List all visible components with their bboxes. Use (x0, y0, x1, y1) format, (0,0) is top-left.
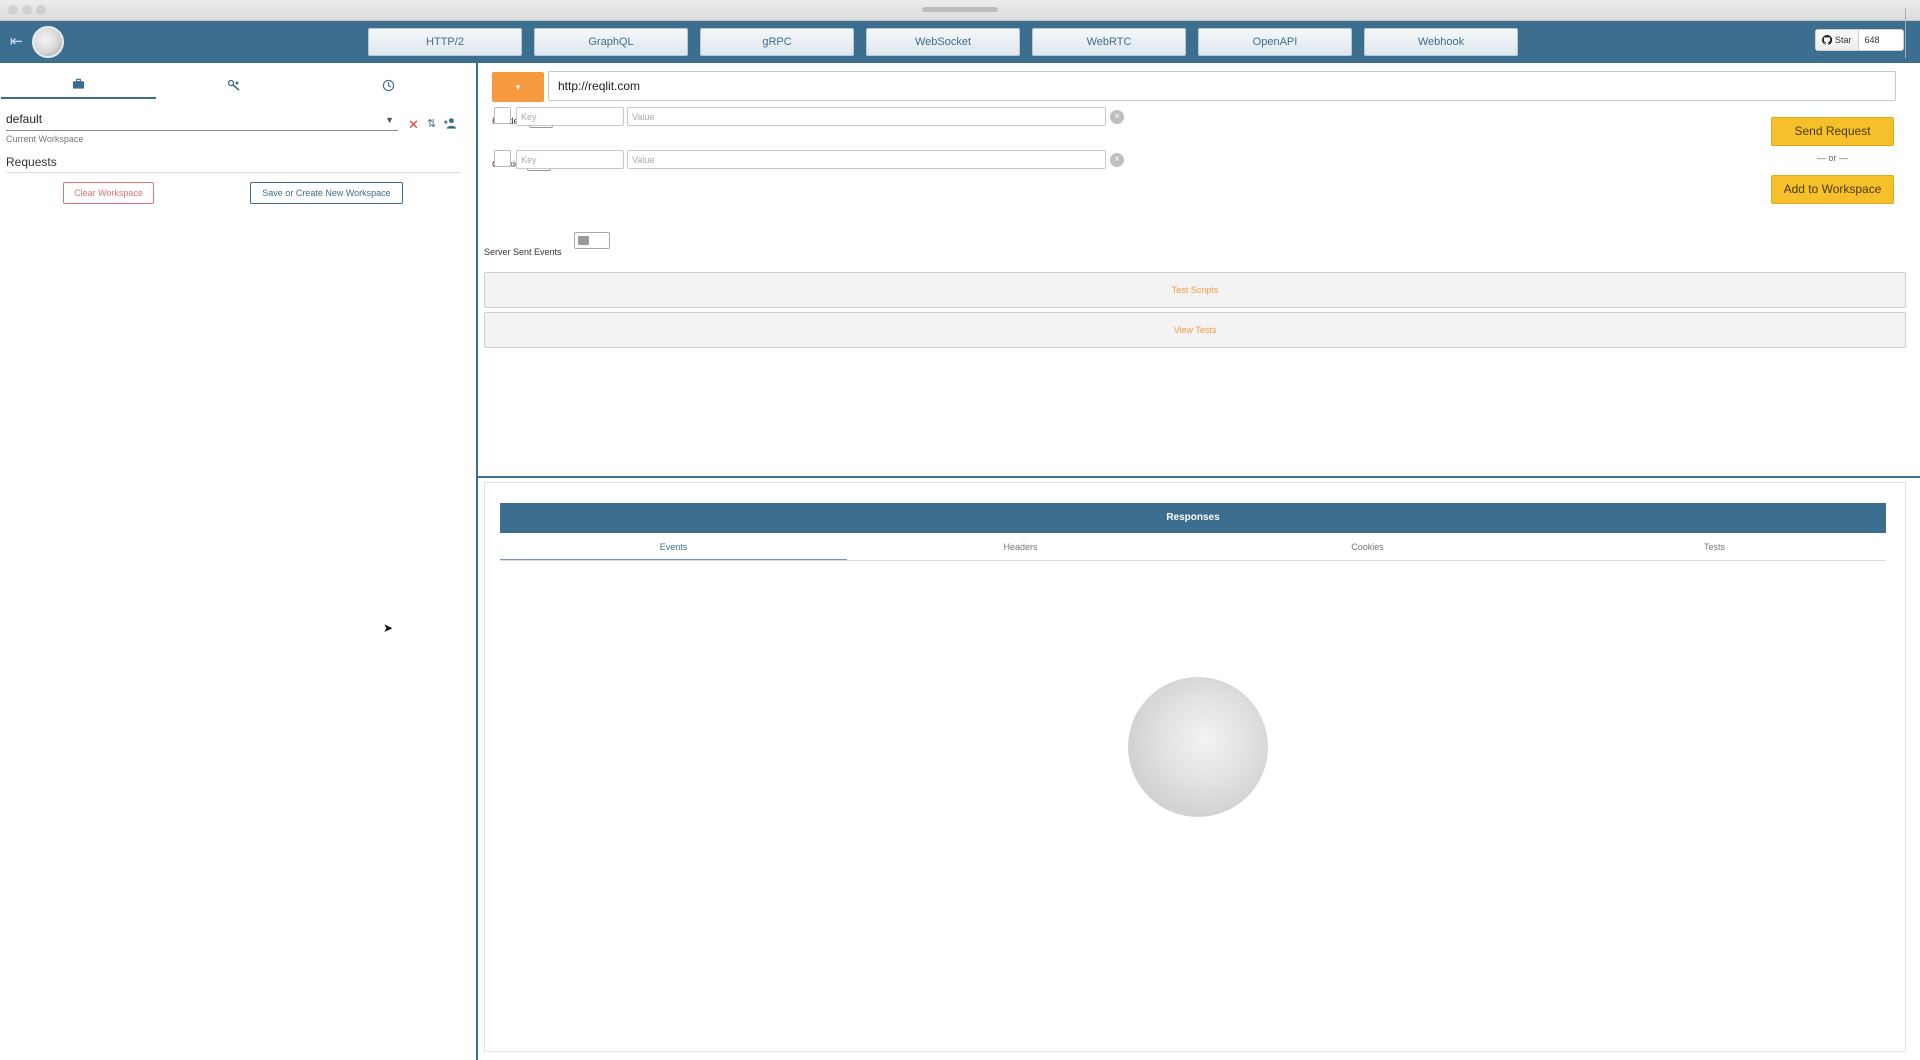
nav-tab-webhook[interactable]: Webhook (1364, 28, 1518, 56)
view-tests-panel[interactable]: View Tests (484, 312, 1906, 348)
sidebar-tab-tools[interactable] (156, 71, 311, 99)
sidebar: default ▼ Current Workspace ✕ ⇅ Requests… (0, 63, 476, 1060)
response-tabs-divider (500, 560, 1886, 561)
window-grab-handle[interactable] (922, 7, 998, 12)
minimize-window-icon[interactable] (22, 5, 32, 15)
nav-tab-http2[interactable]: HTTP/2 (368, 28, 522, 56)
close-window-icon[interactable] (8, 5, 18, 15)
sse-label: Server Sent Events (484, 247, 562, 257)
github-icon (1822, 35, 1832, 45)
sidebar-tab-workspace[interactable] (1, 71, 156, 99)
sort-icon[interactable]: ⇅ (427, 117, 436, 130)
save-workspace-button[interactable]: Save or Create New Workspace (250, 182, 403, 204)
send-request-button[interactable]: Send Request (1771, 117, 1894, 146)
responses-header: Responses (500, 503, 1886, 533)
window-edge-handle (1905, 8, 1913, 58)
nav-tab-webrtc[interactable]: WebRTC (1032, 28, 1186, 56)
collapse-sidebar-icon[interactable]: ⇤ (10, 34, 26, 50)
header-value-input[interactable] (627, 107, 1106, 126)
or-separator: — or — (1816, 153, 1848, 163)
cookie-key-input[interactable] (516, 150, 624, 169)
nav-tab-grpc[interactable]: gRPC (700, 28, 854, 56)
nav-tab-openapi[interactable]: OpenAPI (1198, 28, 1352, 56)
logo-watermark-icon (1128, 677, 1268, 817)
tools-icon (227, 79, 240, 91)
cookie-enable-checkbox[interactable] (494, 150, 511, 167)
chevron-down-icon: ▼ (385, 115, 394, 125)
url-input[interactable] (548, 71, 1896, 101)
header-enable-checkbox[interactable] (494, 107, 511, 124)
app-logo (32, 26, 64, 58)
workspace-select-value: default (6, 112, 43, 126)
github-star-count[interactable]: 648 (1859, 35, 1886, 45)
method-select[interactable]: ▾ (492, 72, 544, 102)
response-tab-headers[interactable]: Headers (847, 535, 1194, 561)
requests-divider (6, 172, 460, 173)
response-tab-events[interactable]: Events (500, 535, 847, 561)
sidebar-tab-history[interactable] (311, 71, 466, 99)
response-tab-cookies[interactable]: Cookies (1194, 535, 1541, 561)
maximize-window-icon[interactable] (36, 5, 46, 15)
mouse-cursor-icon: ➤ (383, 621, 394, 635)
response-tab-tests[interactable]: Tests (1541, 535, 1888, 561)
main-panel: ▾ Headers + × Cookies + × Send Request —… (478, 63, 1920, 1060)
nav-tab-graphql[interactable]: GraphQL (534, 28, 688, 56)
header-key-input[interactable] (516, 107, 624, 126)
toggle-knob (578, 236, 589, 245)
workspace-helper-text: Current Workspace (6, 134, 84, 144)
nav-tab-websocket[interactable]: WebSocket (866, 28, 1020, 56)
github-star-widget[interactable]: Star 648 (1815, 29, 1904, 51)
clear-workspace-button[interactable]: Clear Workspace (63, 182, 154, 204)
sse-toggle[interactable] (574, 232, 610, 249)
briefcase-icon (72, 78, 85, 89)
requests-title: Requests (6, 155, 57, 169)
delete-workspace-icon[interactable]: ✕ (408, 117, 419, 133)
add-to-workspace-button[interactable]: Add to Workspace (1771, 175, 1894, 204)
chevron-down-icon: ▾ (515, 82, 521, 92)
github-star-button[interactable]: Star (1816, 30, 1859, 50)
add-user-glyph (443, 118, 457, 129)
remove-header-icon[interactable]: × (1110, 110, 1124, 124)
window-titlebar (0, 0, 1920, 21)
cookie-value-input[interactable] (627, 150, 1106, 169)
test-scripts-panel[interactable]: Test Scripts (484, 272, 1906, 308)
app-header: ⇤ HTTP/2 GraphQL gRPC WebSocket WebRTC O… (0, 21, 1920, 63)
request-response-divider[interactable] (478, 476, 1920, 478)
workspace-select[interactable]: default ▼ (6, 109, 398, 131)
clock-icon (382, 79, 395, 91)
github-star-label: Star (1835, 35, 1852, 45)
remove-cookie-icon[interactable]: × (1110, 153, 1124, 167)
add-user-icon[interactable] (443, 117, 458, 132)
